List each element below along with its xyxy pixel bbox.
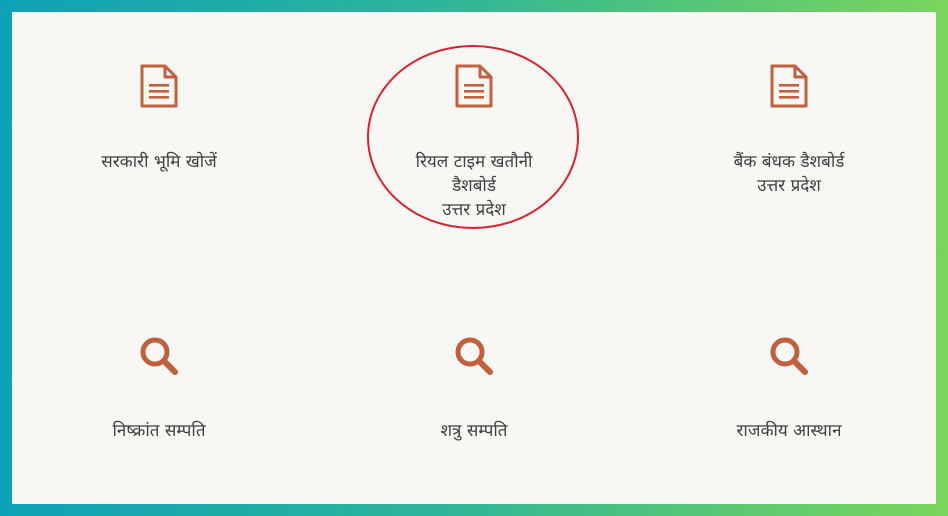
tile-label: राजकीय आस्थान xyxy=(736,421,842,441)
tile-government-land-search[interactable]: सरकारी भूमि खोजें xyxy=(49,64,269,174)
tile-label: निष्क्रांत सम्पति xyxy=(112,421,206,441)
tile-label: शत्रु सम्पति xyxy=(440,421,508,441)
tile-enemy-property[interactable]: शत्रु सम्पति xyxy=(364,335,584,443)
services-panel: सरकारी भूमि खोजें रियल टाइम खतौनी डैशबोर… xyxy=(12,12,936,504)
document-icon xyxy=(140,64,178,108)
tile-label: बैंक बंधक डैशबोर्ड उत्तर प्रदेश xyxy=(733,152,845,196)
search-icon xyxy=(770,337,808,375)
search-icon xyxy=(455,337,493,375)
tile-label: रियल टाइम खतौनी डैशबोर्ड उत्तर प्रदेश xyxy=(415,152,533,220)
tile-bank-mortgage-dashboard[interactable]: बैंक बंधक डैशबोर्ड उत्तर प्रदेश xyxy=(679,64,899,198)
tile-evacuee-property[interactable]: निष्क्रांत सम्पति xyxy=(49,335,269,443)
search-icon xyxy=(140,337,178,375)
tile-government-estate[interactable]: राजकीय आस्थान xyxy=(679,335,899,443)
document-icon xyxy=(455,64,493,108)
document-icon xyxy=(770,64,808,108)
tile-realtime-khatauni-dashboard[interactable]: रियल टाइम खतौनी डैशबोर्ड उत्तर प्रदेश xyxy=(364,64,584,222)
tile-label: सरकारी भूमि खोजें xyxy=(101,152,217,172)
